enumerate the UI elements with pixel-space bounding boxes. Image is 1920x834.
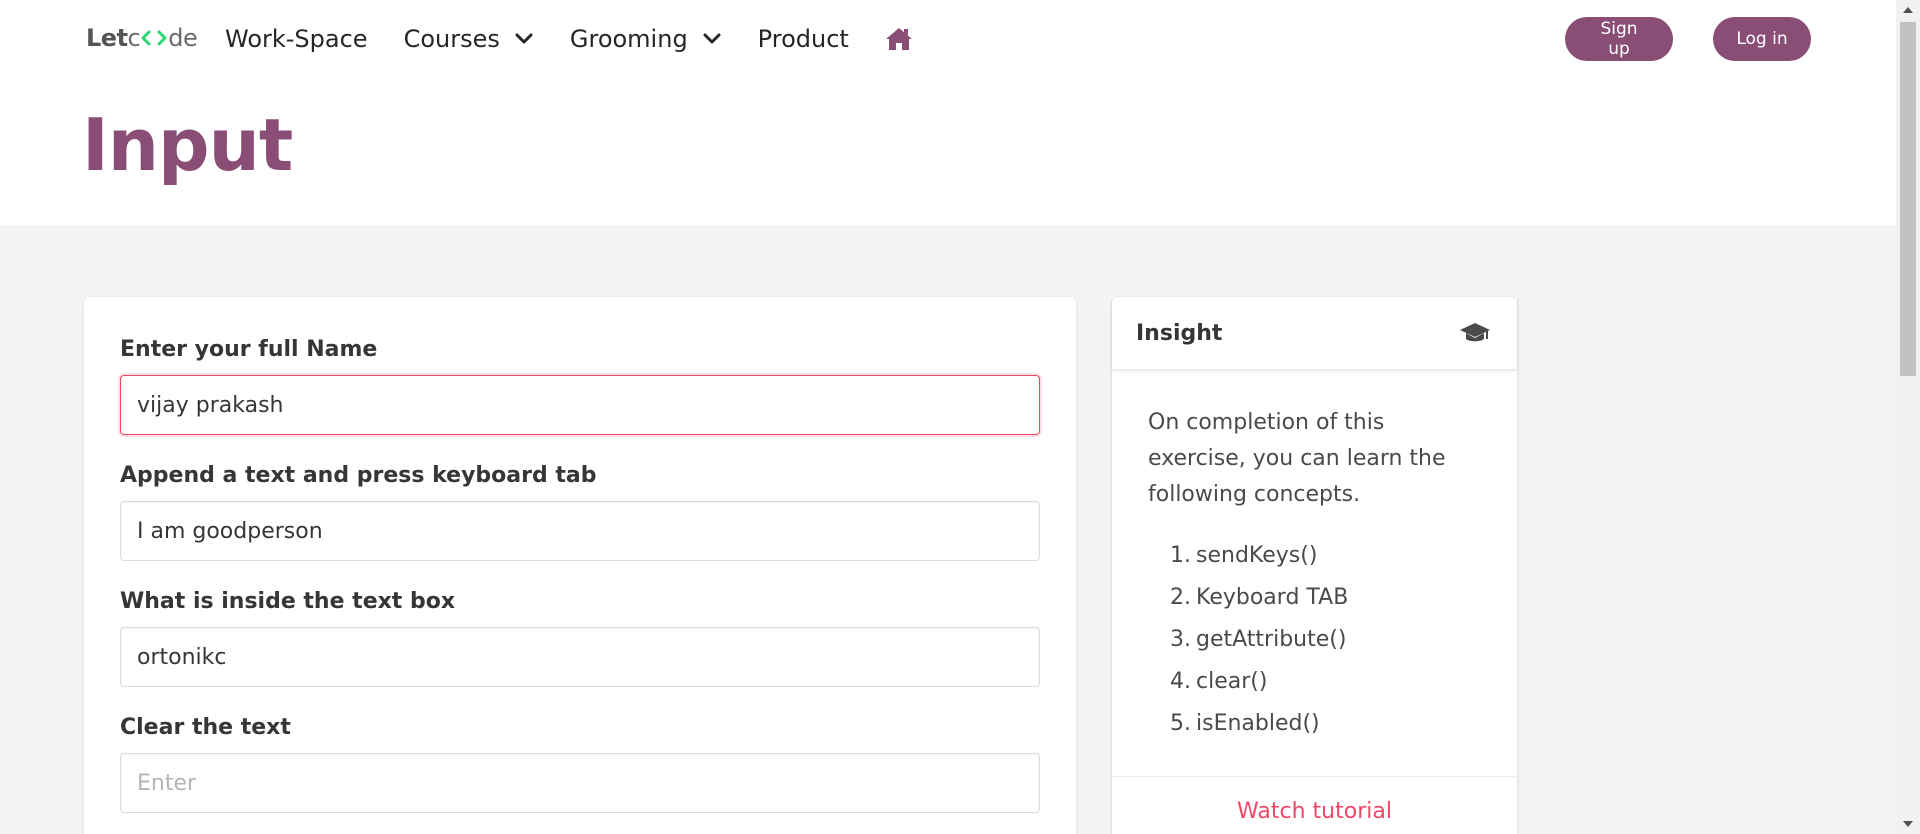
list-item-label: isEnabled() (1196, 711, 1320, 736)
get-value-field-group: What is inside the text box (120, 587, 1040, 687)
list-item-label: getAttribute() (1196, 627, 1347, 652)
insight-body: On completion of this exercise, you can … (1112, 369, 1517, 745)
list-item-number: 5. (1170, 711, 1191, 736)
insight-footer: Watch tutorial (1112, 776, 1517, 834)
nav-item-grooming[interactable]: Grooming (552, 18, 740, 60)
hero-section: Input (0, 78, 1896, 225)
nav-item-home[interactable] (867, 18, 931, 60)
top-navbar: Let c de Work-Space Courses Grooming Pro… (0, 0, 1896, 78)
clear-text-field-group: Clear the text (120, 713, 1040, 813)
nav-item-label: Work-Space (225, 25, 368, 53)
nav-item-workspace[interactable]: Work-Space (225, 18, 386, 60)
append-text-label: Append a text and press keyboard tab (120, 463, 597, 488)
list-item: 2. Keyboard TAB (1170, 577, 1481, 619)
clear-text-label: Clear the text (120, 715, 291, 740)
insight-concept-list: 1. sendKeys() 2. Keyboard TAB 3. getAttribu… (1148, 535, 1481, 745)
list-item: 5. isEnabled() (1170, 703, 1481, 745)
input-form-card: Enter your full Name Append a text and p… (84, 297, 1076, 834)
nav-item-label: Product (757, 25, 849, 53)
brand-text-c: c (127, 24, 141, 52)
watch-tutorial-link[interactable]: Watch tutorial (1237, 799, 1392, 824)
nav-item-label: Courses (403, 25, 500, 53)
append-text-input[interactable] (120, 501, 1040, 561)
list-item-label: sendKeys() (1196, 543, 1318, 568)
login-button[interactable]: Log in (1713, 17, 1811, 61)
list-item: 4. clear() (1170, 661, 1481, 703)
list-item-label: Keyboard TAB (1196, 585, 1349, 610)
append-text-field-group: Append a text and press keyboard tab (120, 461, 1040, 561)
brand-text-de: de (168, 24, 198, 52)
insight-description: On completion of this exercise, you can … (1148, 410, 1446, 507)
clear-text-input[interactable] (120, 753, 1040, 813)
brand-logo[interactable]: Let c de (86, 24, 198, 52)
signup-button[interactable]: Sign up (1565, 17, 1673, 61)
insight-title: Insight (1136, 320, 1223, 346)
get-value-label: What is inside the text box (120, 589, 456, 614)
insight-header: Insight (1112, 297, 1517, 369)
nav-item-label: Grooming (569, 25, 688, 53)
home-icon (885, 28, 912, 50)
list-item: 1. sendKeys() (1170, 535, 1481, 577)
full-name-label: Enter your full Name (120, 337, 378, 362)
chevron-down-icon (515, 33, 533, 44)
scrollbar-thumb[interactable] (1900, 22, 1916, 376)
full-name-input[interactable] (120, 375, 1040, 435)
list-item-number: 4. (1170, 669, 1191, 694)
brand-text-let: Let (86, 24, 128, 52)
graduation-cap-icon (1460, 323, 1490, 342)
list-item-number: 2. (1170, 585, 1191, 610)
code-brackets-logo-icon (141, 30, 167, 46)
full-name-field-group: Enter your full Name (120, 335, 1040, 435)
chevron-down-icon (703, 33, 721, 44)
list-item-label: clear() (1196, 669, 1268, 694)
page-title: Input (82, 103, 293, 187)
page: Let c de Work-Space Courses Grooming Pro… (0, 0, 1920, 834)
nav-item-courses[interactable]: Courses (386, 18, 552, 60)
vertical-scrollbar[interactable] (1896, 0, 1920, 834)
scroll-down-arrow-icon[interactable] (1896, 814, 1920, 834)
nav-item-product[interactable]: Product (740, 18, 867, 60)
list-item: 3. getAttribute() (1170, 619, 1481, 661)
insight-card: Insight On completion of this exercise, … (1112, 297, 1517, 834)
nav-menu: Work-Space Courses Grooming Product (225, 18, 931, 60)
scroll-up-arrow-icon[interactable] (1896, 0, 1920, 20)
get-value-input[interactable] (120, 627, 1040, 687)
list-item-number: 1. (1170, 543, 1191, 568)
list-item-number: 3. (1170, 627, 1191, 652)
